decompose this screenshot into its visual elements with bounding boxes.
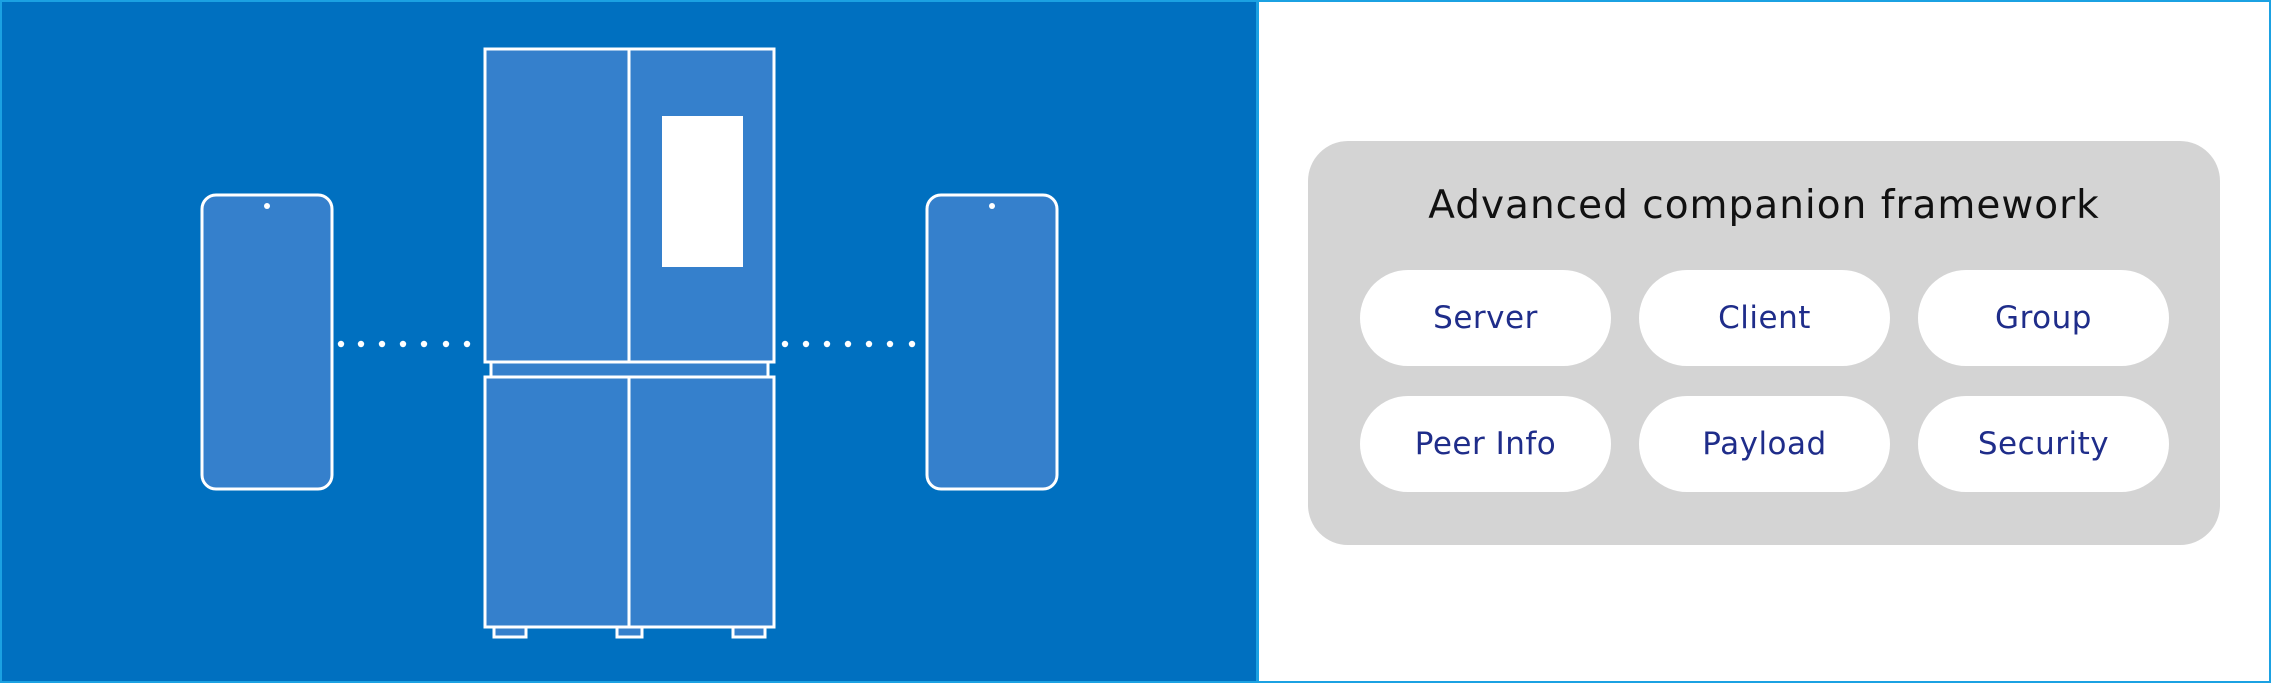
framework-box: Advanced companion framework Server Clie… bbox=[1308, 141, 2220, 545]
connection-dots-right-icon bbox=[781, 340, 916, 348]
module-security: Security bbox=[1918, 396, 2169, 492]
panel-divider bbox=[1256, 2, 1259, 681]
module-server: Server bbox=[1360, 270, 1611, 366]
module-peer-info: Peer Info bbox=[1360, 396, 1611, 492]
fridge-display-icon bbox=[662, 116, 743, 267]
module-group: Group bbox=[1918, 270, 2169, 366]
framework-title: Advanced companion framework bbox=[1428, 183, 2100, 228]
smartphone-left-icon bbox=[200, 193, 334, 491]
smartphone-right-icon bbox=[925, 193, 1059, 491]
connection-dots-left-icon bbox=[337, 340, 471, 348]
module-payload: Payload bbox=[1639, 396, 1890, 492]
device-illustration-panel bbox=[2, 2, 1256, 681]
devices-svg bbox=[200, 47, 1059, 639]
diagram-frame: Advanced companion framework Server Clie… bbox=[0, 0, 2271, 683]
refrigerator-icon bbox=[483, 47, 776, 639]
module-client: Client bbox=[1639, 270, 1890, 366]
